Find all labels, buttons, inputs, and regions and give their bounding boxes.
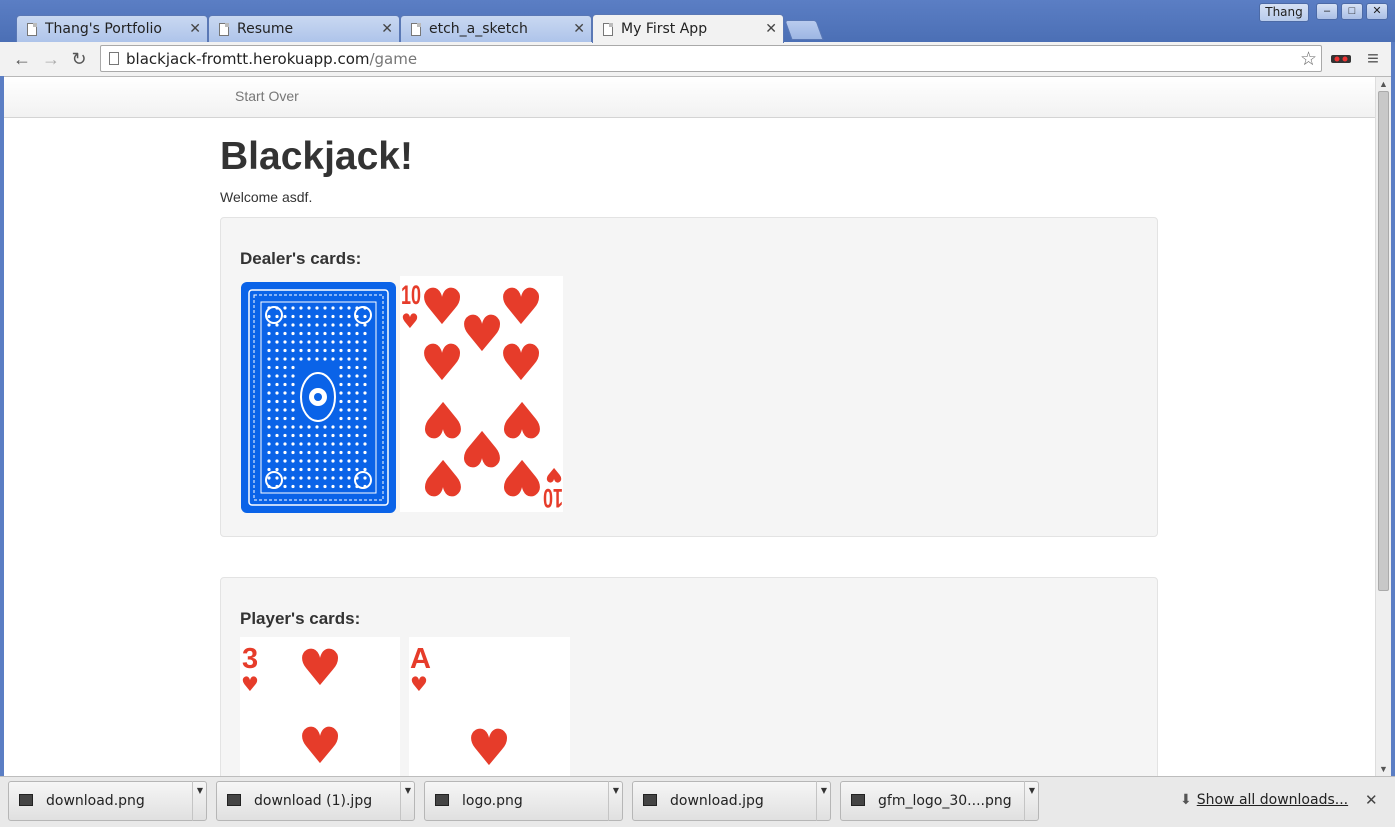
card-rank: 3 [242,643,258,675]
download-item[interactable]: download.jpg ▼ [632,781,831,821]
window-close-button[interactable]: ✕ [1366,3,1388,20]
card-10-of-hearts: 10 ♥ ♥ ♥ ♥ ♥ ♥ ♥ ♥ ♥ ♥ ♥ 10 ♥ [400,276,563,512]
welcome-message: Welcome asdf. [220,189,313,205]
downloads-bar: download.png ▼ download (1).jpg ▼ logo.p… [0,776,1395,827]
page-viewport: Start Over Blackjack! Welcome asdf. Deal… [4,77,1375,776]
card-suit-hearts-icon: ♥ [410,672,428,696]
tab-resume[interactable]: Resume ✕ [208,15,400,42]
browser-titlebar: Thang's Portfolio ✕ Resume ✕ etch_a_sket… [0,0,1395,43]
download-item[interactable]: download (1).jpg ▼ [216,781,415,821]
page-icon [411,22,421,36]
svg-text:♥: ♥ [420,334,465,392]
chevron-down-icon[interactable]: ▼ [400,781,415,821]
player-cards-panel: Player's cards: 3 ♥ ♥ ♥ A ♥ ♥ [220,577,1158,776]
tab-label: etch_a_sketch [429,21,528,37]
start-over-link[interactable]: Start Over [235,88,299,104]
player-heading: Player's cards: [240,609,361,628]
card-ace-of-hearts: A ♥ ♥ [409,637,570,776]
file-icon [227,794,241,806]
chevron-down-icon[interactable]: ▼ [192,781,207,821]
download-item[interactable]: gfm_logo_30....png ▼ [840,781,1039,821]
svg-text:♥: ♥ [500,390,545,448]
url-text: blackjack-fromtt.herokuapp.com/game [126,50,417,68]
close-icon[interactable]: ✕ [381,21,393,37]
file-icon [851,794,865,806]
download-filename: logo.png [462,793,523,809]
close-icon[interactable]: ✕ [573,21,585,37]
page-icon [27,22,37,36]
svg-text:♥: ♥ [499,334,544,392]
page-icon [109,52,119,65]
svg-text:♥: ♥ [298,639,343,697]
minimize-button[interactable]: – [1316,3,1338,20]
heart-pips: ♥ ♥ [298,639,343,775]
file-icon [19,794,33,806]
page-icon [603,22,613,36]
profile-badge[interactable]: Thang [1259,3,1309,22]
svg-text:♥: ♥ [420,278,465,336]
card-suit-hearts-icon: ♥ [241,672,259,696]
window-frame-right [1391,42,1395,827]
tab-label: Resume [237,21,294,37]
close-icon[interactable]: ✕ [189,21,201,37]
scroll-down-arrow-icon[interactable]: ▼ [1379,764,1388,774]
reload-button[interactable]: ↻ [68,48,90,70]
download-filename: download (1).jpg [254,793,373,809]
card-rank: 10 [401,280,421,310]
new-tab-button[interactable] [784,20,824,40]
show-all-downloads-link[interactable]: ⬇ Show all downloads... [1180,792,1348,808]
heart-pips: ♥ ♥ ♥ ♥ ♥ ♥♥ ♥ ♥♥ [420,278,545,506]
chevron-down-icon[interactable]: ▼ [816,781,831,821]
tab-label: Thang's Portfolio [45,21,162,37]
url-host: blackjack-fromtt.herokuapp.com [126,50,370,68]
dealer-cards-panel: Dealer's cards: 10 ♥ ♥ ♥ ♥ ♥ ♥ ♥ ♥ ♥ ♥ ♥… [220,217,1158,537]
maximize-button[interactable]: □ [1341,3,1363,20]
file-icon [643,794,657,806]
show-all-label: Show all downloads... [1196,792,1349,808]
address-bar[interactable]: blackjack-fromtt.herokuapp.com/game ☆ [100,45,1322,72]
close-icon[interactable]: ✕ [765,21,777,37]
chevron-down-icon[interactable]: ▼ [608,781,623,821]
scroll-up-arrow-icon[interactable]: ▲ [1379,79,1388,89]
bookmark-star-icon[interactable]: ☆ [1300,48,1317,71]
page-icon [219,22,229,36]
forward-button[interactable]: → [40,48,62,70]
heart-pip: ♥ [467,719,512,776]
tab-etch-a-sketch[interactable]: etch_a_sketch ✕ [400,15,592,42]
tab-label: My First App [621,21,708,37]
download-filename: download.png [46,793,145,809]
tab-my-first-app[interactable]: My First App ✕ [592,14,784,43]
page-title: Blackjack! [220,135,413,178]
svg-text:♥: ♥ [421,448,466,506]
incognito-icon[interactable] [1330,52,1352,66]
tab-thangs-portfolio[interactable]: Thang's Portfolio ✕ [16,15,208,42]
svg-text:♥: ♥ [467,719,512,776]
svg-text:♥: ♥ [298,717,343,775]
card-back-pattern [248,289,389,506]
download-item[interactable]: logo.png ▼ [424,781,623,821]
svg-text:♥: ♥ [500,448,545,506]
back-button[interactable]: ← [11,48,33,70]
card-suit-hearts-icon: ♥ [545,463,563,487]
dealer-heading: Dealer's cards: [240,249,362,268]
url-path: /game [369,50,418,68]
card-suit-hearts-icon: ♥ [401,309,419,333]
menu-icon[interactable]: ≡ [1362,48,1384,70]
scrollbar-thumb[interactable] [1378,91,1389,591]
card-3-of-hearts: 3 ♥ ♥ ♥ [240,637,400,776]
chevron-down-icon[interactable]: ▼ [1024,781,1039,821]
card-back [241,282,396,513]
download-filename: gfm_logo_30....png [878,793,1012,809]
download-arrow-icon: ⬇ [1180,792,1192,808]
browser-toolbar: ← → ↻ blackjack-fromtt.herokuapp.com/gam… [0,42,1395,77]
close-downloads-icon[interactable]: ✕ [1365,791,1378,809]
vertical-scrollbar[interactable]: ▲ ▼ [1375,77,1391,776]
top-navbar: Start Over [4,77,1375,118]
download-item[interactable]: download.png ▼ [8,781,207,821]
svg-text:♥: ♥ [499,278,544,336]
card-rank: A [410,643,431,675]
download-filename: download.jpg [670,793,764,809]
file-icon [435,794,449,806]
svg-text:♥: ♥ [421,390,466,448]
